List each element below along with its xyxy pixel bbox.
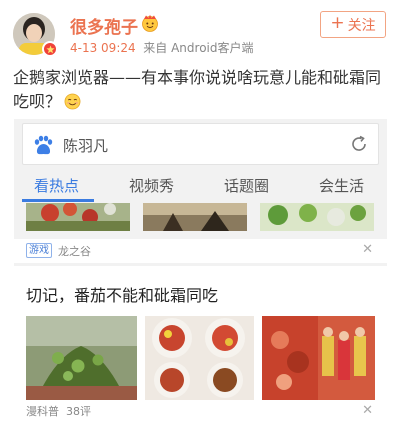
image-strip[interactable] <box>14 203 387 239</box>
post-time: 4-13 09:24 <box>70 41 136 55</box>
article-item[interactable]: 切记，番茄不能和砒霜同吃 漫科普 38评 ✕ <box>14 266 387 439</box>
tab-hot[interactable]: 看热点 <box>34 175 79 196</box>
avatar[interactable] <box>13 13 58 57</box>
article-image-tomato-festival <box>262 316 375 400</box>
smile-emoji-icon <box>64 93 81 117</box>
strip-image-1 <box>26 203 130 231</box>
post-meta: 4-13 09:24 来自 Android客户端 <box>70 39 254 56</box>
article-comments: 38评 <box>66 405 91 418</box>
close-icon[interactable]: ✕ <box>362 242 373 257</box>
tab-bar: 看热点 视频秀 话题圈 会生活 <box>14 169 387 203</box>
article-image-tomato-plant <box>26 316 137 400</box>
plus-icon: + <box>330 13 345 33</box>
follow-button[interactable]: + 关注 <box>320 11 386 38</box>
article-title[interactable]: 切记，番茄不能和砒霜同吃 <box>26 282 218 306</box>
search-bar[interactable]: 陈羽凡 <box>22 123 379 165</box>
game-tag: 游戏 <box>26 243 52 258</box>
weibo-post: 很多孢子 4-13 09:24 来自 Android客户端 + 关注 企鹅家浏览… <box>0 0 400 439</box>
embedded-screenshot[interactable]: 陈羽凡 看热点 视频秀 话题圈 会生活 游戏 龙之谷 ✕ 切记，番茄不能和砒霜同… <box>14 119 387 439</box>
article-image-tomato-dishes <box>145 316 254 400</box>
verified-badge-icon <box>42 41 58 57</box>
search-text: 陈羽凡 <box>63 137 109 155</box>
tab-topics[interactable]: 话题圈 <box>224 175 269 196</box>
strip-source-name[interactable]: 龙之谷 <box>58 243 91 259</box>
refresh-icon[interactable] <box>349 134 369 158</box>
strip-image-2 <box>143 203 247 231</box>
tab-video[interactable]: 视频秀 <box>129 175 174 196</box>
username[interactable]: 很多孢子 <box>70 13 138 38</box>
post-text: 企鹅家浏览器——有本事你说说啥玩意儿能和砒霜同吃呗？ <box>13 66 393 117</box>
article-footer: 漫科普 38评 <box>26 403 91 419</box>
strip-source-row: 游戏 龙之谷 ✕ <box>14 239 387 263</box>
active-tab-indicator <box>22 199 94 202</box>
strip-image-3 <box>260 203 374 231</box>
close-icon[interactable]: ✕ <box>362 403 373 418</box>
article-source[interactable]: 漫科普 <box>26 405 59 418</box>
post-source: 来自 Android客户端 <box>143 41 254 55</box>
crown-emoji-icon <box>141 14 159 36</box>
baidu-paw-icon <box>32 134 54 160</box>
follow-label: 关注 <box>347 17 376 34</box>
tab-life[interactable]: 会生活 <box>319 175 364 196</box>
